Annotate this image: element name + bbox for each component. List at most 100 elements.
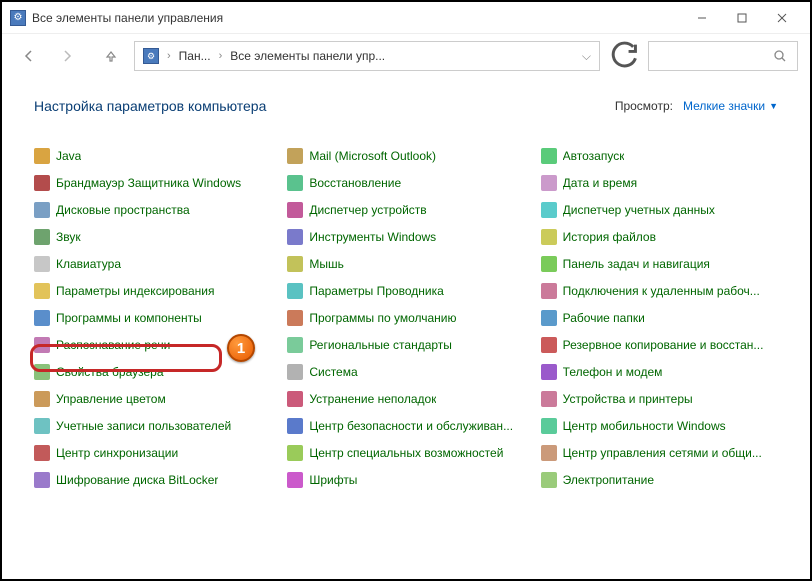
accessibility-icon	[287, 445, 303, 461]
maximize-button[interactable]	[722, 4, 762, 32]
control-panel-item[interactable]: Учетные записи пользователей	[34, 412, 271, 439]
work-folders-icon	[541, 310, 557, 326]
control-panel-item[interactable]: Параметры индексирования	[34, 277, 271, 304]
forward-button[interactable]	[52, 41, 82, 71]
minimize-icon	[697, 13, 707, 23]
control-panel-item[interactable]: Центр управления сетями и общи...	[541, 439, 778, 466]
control-panel-item[interactable]: Автозапуск	[541, 142, 778, 169]
view-selector: Просмотр: Мелкие значки ▼	[615, 99, 778, 113]
breadcrumb-root[interactable]: Пан...	[179, 49, 211, 63]
taskbar-icon	[541, 256, 557, 272]
java-icon	[34, 148, 50, 164]
control-panel-item[interactable]: Восстановление	[287, 169, 524, 196]
item-label: Восстановление	[309, 176, 401, 190]
control-panel-item[interactable]: Дисковые пространства	[34, 196, 271, 223]
step-badge: 1	[227, 334, 255, 362]
item-label: Шрифты	[309, 473, 357, 487]
minimize-button[interactable]	[682, 4, 722, 32]
item-label: Параметры Проводника	[309, 284, 443, 298]
back-button[interactable]	[14, 41, 44, 71]
bitlocker-icon	[34, 472, 50, 488]
windows-tools-icon	[287, 229, 303, 245]
item-label: Программы по умолчанию	[309, 311, 456, 325]
backup-icon	[541, 337, 557, 353]
item-label: История файлов	[563, 230, 656, 244]
items-column: Автозапуск Дата и время Диспетчер учетных …	[541, 142, 778, 493]
arrow-left-icon	[22, 49, 36, 63]
control-panel-item[interactable]: Java	[34, 142, 271, 169]
system-icon	[287, 364, 303, 380]
control-panel-item[interactable]: Региональные стандарты	[287, 331, 524, 358]
up-button[interactable]	[96, 41, 126, 71]
window-controls	[682, 4, 802, 32]
item-label: Рабочие папки	[563, 311, 645, 325]
device-manager-icon	[287, 202, 303, 218]
sound-icon	[34, 229, 50, 245]
control-panel-item[interactable]: Инструменты Windows	[287, 223, 524, 250]
item-label: Шифрование диска BitLocker	[56, 473, 218, 487]
network-center-icon	[541, 445, 557, 461]
file-history-icon	[541, 229, 557, 245]
breadcrumb-current[interactable]: Все элементы панели упр...	[230, 49, 385, 63]
internet-options-icon	[34, 364, 50, 380]
item-label: Устройства и принтеры	[563, 392, 693, 406]
control-panel-item[interactable]: Mail (Microsoft Outlook)	[287, 142, 524, 169]
chevron-down-icon[interactable]: ⌵	[582, 49, 591, 64]
control-panel-item[interactable]: Программы по умолчанию	[287, 304, 524, 331]
keyboard-icon	[34, 256, 50, 272]
refresh-button[interactable]	[608, 41, 640, 71]
item-label: Автозапуск	[563, 149, 625, 163]
view-mode-dropdown[interactable]: Мелкие значки ▼	[683, 99, 778, 113]
security-center-icon	[287, 418, 303, 434]
item-label: Брандмауэр Защитника Windows	[56, 176, 241, 190]
control-panel-item[interactable]: Устройства и принтеры	[541, 385, 778, 412]
control-panel-item[interactable]: Центр безопасности и обслуживан...	[287, 412, 524, 439]
titlebar: ⚙ Все элементы панели управления	[2, 2, 810, 34]
view-mode-value: Мелкие значки	[683, 99, 765, 113]
item-label: Клавиатура	[56, 257, 121, 271]
control-panel-item[interactable]: Рабочие папки	[541, 304, 778, 331]
control-panel-item[interactable]: Дата и время	[541, 169, 778, 196]
control-panel-item[interactable]: Центр специальных возможностей	[287, 439, 524, 466]
item-label: Управление цветом	[56, 392, 166, 406]
control-panel-item[interactable]: Клавиатура	[34, 250, 271, 277]
item-label: Панель задач и навигация	[563, 257, 710, 271]
item-label: Диспетчер учетных данных	[563, 203, 715, 217]
control-panel-item[interactable]: Подключения к удаленным рабоч...	[541, 277, 778, 304]
nav-row: ⚙ › Пан... › Все элементы панели упр... …	[2, 34, 810, 78]
control-panel-item[interactable]: Шифрование диска BitLocker	[34, 466, 271, 493]
address-bar[interactable]: ⚙ › Пан... › Все элементы панели упр... …	[134, 41, 600, 71]
control-panel-item[interactable]: История файлов	[541, 223, 778, 250]
control-panel-item[interactable]: Управление цветом	[34, 385, 271, 412]
search-box[interactable]	[648, 41, 798, 71]
control-panel-item[interactable]: Шрифты	[287, 466, 524, 493]
refresh-icon	[608, 40, 640, 72]
control-panel-item[interactable]: Мышь	[287, 250, 524, 277]
color-mgmt-icon	[34, 391, 50, 407]
recovery-icon	[287, 175, 303, 191]
control-panel-item[interactable]: Параметры Проводника	[287, 277, 524, 304]
item-label: Устранение неполадок	[309, 392, 436, 406]
control-panel-item[interactable]: Система	[287, 358, 524, 385]
close-button[interactable]	[762, 4, 802, 32]
control-panel-item[interactable]: Центр синхронизации	[34, 439, 271, 466]
mouse-icon	[287, 256, 303, 272]
control-panel-item[interactable]: Программы и компоненты	[34, 304, 271, 331]
control-panel-item[interactable]: Телефон и модем	[541, 358, 778, 385]
item-label: Mail (Microsoft Outlook)	[309, 149, 436, 163]
control-panel-item[interactable]: Панель задач и навигация	[541, 250, 778, 277]
control-panel-item[interactable]: Звук	[34, 223, 271, 250]
firewall-icon	[34, 175, 50, 191]
items-column: Mail (Microsoft Outlook) Восстановление Ди…	[287, 142, 524, 493]
autoplay-icon	[541, 148, 557, 164]
control-panel-item[interactable]: Свойства браузера	[34, 358, 271, 385]
control-panel-item[interactable]: Диспетчер устройств	[287, 196, 524, 223]
troubleshoot-icon	[287, 391, 303, 407]
control-panel-item[interactable]: Брандмауэр Защитника Windows	[34, 169, 271, 196]
control-panel-icon: ⚙	[143, 48, 159, 64]
control-panel-item[interactable]: Резервное копирование и восстан...	[541, 331, 778, 358]
control-panel-item[interactable]: Электропитание	[541, 466, 778, 493]
control-panel-item[interactable]: Устранение неполадок	[287, 385, 524, 412]
control-panel-item[interactable]: Диспетчер учетных данных	[541, 196, 778, 223]
control-panel-item[interactable]: Центр мобильности Windows	[541, 412, 778, 439]
